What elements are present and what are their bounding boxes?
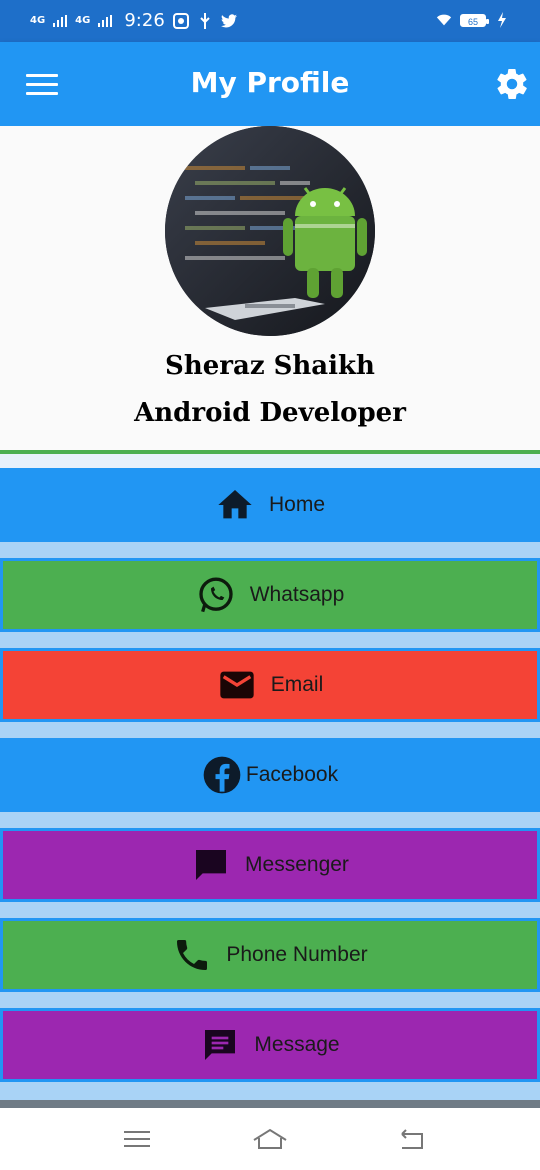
back-icon[interactable] — [392, 1124, 432, 1154]
status-time: 9:26 — [124, 10, 165, 31]
facebook-icon — [202, 755, 242, 795]
page-title: My Profile — [190, 66, 350, 99]
menu-item-message[interactable]: Message — [0, 1008, 540, 1082]
status-bar: 4G 4G 9:26 65 — [0, 0, 540, 42]
system-nav-bar — [0, 1108, 540, 1170]
charging-icon — [494, 12, 510, 28]
divider — [0, 992, 540, 1008]
menu-item-email[interactable]: Email — [0, 648, 540, 722]
menu-item-label: Message — [254, 1033, 340, 1056]
divider — [0, 902, 540, 918]
divider — [0, 542, 540, 558]
battery-icon: 65 — [460, 13, 489, 27]
gear-icon[interactable] — [494, 66, 530, 102]
network-indicator-2: 4G — [75, 14, 91, 26]
profile-name: Sheraz Shaikh — [165, 351, 375, 381]
menu-item-label: Phone Number — [226, 943, 368, 966]
message-icon — [200, 1025, 240, 1065]
home-nav-icon[interactable] — [250, 1124, 290, 1154]
wifi-icon — [436, 12, 452, 28]
divider — [0, 632, 540, 648]
profile-role: Android Developer — [134, 398, 406, 428]
profile-header: Sheraz Shaikh Android Developer — [0, 126, 540, 454]
email-icon — [217, 665, 257, 705]
messenger-icon — [191, 845, 231, 885]
twitter-icon — [220, 13, 237, 29]
menu-item-label: Facebook — [245, 763, 339, 786]
app-bar: My Profile — [0, 42, 540, 126]
signal-icon — [53, 14, 68, 27]
phone-icon — [172, 935, 212, 975]
network-indicator-1: 4G — [30, 14, 46, 26]
menu-item-facebook[interactable]: Facebook — [0, 738, 540, 812]
menu-item-label: Whatsapp — [249, 583, 345, 606]
menu-item-home[interactable]: Home — [0, 468, 540, 542]
avatar — [165, 126, 375, 336]
menu-item-label: Home — [268, 493, 326, 516]
divider — [0, 722, 540, 738]
recent-apps-icon[interactable] — [116, 1124, 156, 1154]
home-icon — [215, 485, 255, 525]
menu-item-label: Email — [270, 673, 324, 696]
app-notification-icon — [172, 12, 189, 29]
usb-icon — [197, 12, 213, 29]
divider — [0, 812, 540, 828]
signal-icon — [98, 14, 113, 27]
whatsapp-icon — [196, 575, 236, 615]
menu-item-whatsapp[interactable]: Whatsapp — [0, 558, 540, 632]
menu-item-messenger[interactable]: Messenger — [0, 828, 540, 902]
menu-item-phone[interactable]: Phone Number — [0, 918, 540, 992]
divider — [0, 1082, 540, 1100]
list-overflow-edge — [0, 1100, 540, 1108]
menu-item-label: Messenger — [245, 853, 349, 876]
